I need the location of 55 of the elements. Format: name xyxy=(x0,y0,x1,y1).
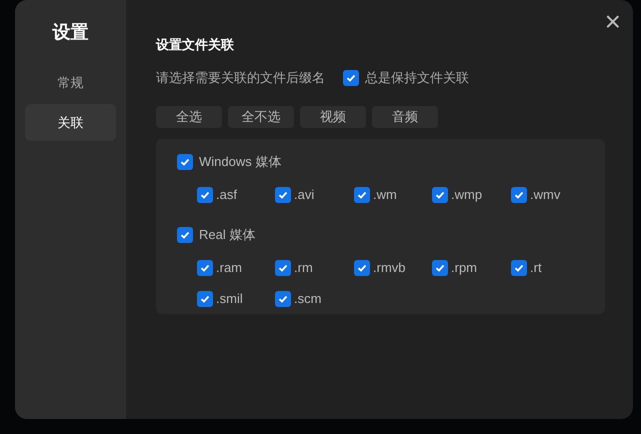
check-icon xyxy=(278,263,288,273)
checkbox[interactable] xyxy=(197,291,213,307)
checkbox[interactable] xyxy=(511,187,527,203)
extension-label: .rmvb xyxy=(373,259,406,278)
check-icon xyxy=(346,73,356,83)
checkbox[interactable] xyxy=(197,260,213,276)
checkbox-label: 总是保持文件关联 xyxy=(365,69,469,88)
group-label: Windows 媒体 xyxy=(199,153,282,172)
section-title: 设置文件关联 xyxy=(156,36,235,54)
extension-label: .ram xyxy=(216,259,242,278)
extension-label: .rpm xyxy=(451,259,477,278)
checkbox[interactable] xyxy=(177,227,193,243)
extension-label: .rt xyxy=(530,259,542,278)
filter-button[interactable]: 视频 xyxy=(300,106,366,128)
check-icon xyxy=(200,263,210,273)
extension-label: .wmv xyxy=(530,186,560,204)
checkbox[interactable] xyxy=(511,260,527,276)
check-icon xyxy=(357,263,367,273)
close-button[interactable]: × xyxy=(604,8,621,36)
extension-label: .scm xyxy=(294,290,322,308)
check-icon xyxy=(435,190,445,200)
extension-label: .wmp xyxy=(451,186,482,204)
checkbox[interactable] xyxy=(432,187,448,203)
extension-label: .avi xyxy=(294,186,314,204)
check-icon xyxy=(514,263,524,273)
check-icon xyxy=(200,190,210,200)
check-icon xyxy=(278,190,288,200)
filter-button[interactable]: 全选 xyxy=(156,106,222,128)
checkbox[interactable] xyxy=(354,187,370,203)
checkbox[interactable] xyxy=(343,70,359,86)
checkbox[interactable] xyxy=(354,260,370,276)
filter-button[interactable]: 全不选 xyxy=(228,106,294,128)
check-icon xyxy=(435,263,445,273)
checkbox[interactable] xyxy=(275,187,291,203)
checkbox[interactable] xyxy=(177,154,193,170)
checkbox[interactable] xyxy=(197,187,213,203)
extension-label: .smil xyxy=(216,290,243,308)
extension-label: .asf xyxy=(216,186,237,204)
sidebar-title: 设置 xyxy=(52,21,88,44)
check-icon xyxy=(180,230,190,240)
check-icon xyxy=(514,190,524,200)
filter-button[interactable]: 音频 xyxy=(372,106,438,128)
check-icon xyxy=(278,294,288,304)
checkbox[interactable] xyxy=(275,260,291,276)
check-icon xyxy=(357,190,367,200)
check-icon xyxy=(200,294,210,304)
group-label: Real 媒体 xyxy=(199,226,256,244)
extension-label: .wm xyxy=(373,186,397,204)
sidebar-item[interactable]: 常规 xyxy=(25,64,116,101)
sidebar-item[interactable]: 关联 xyxy=(25,104,116,141)
checkbox[interactable] xyxy=(432,260,448,276)
checkbox[interactable] xyxy=(275,291,291,307)
prompt-text: 请选择需要关联的文件后缀名 xyxy=(156,69,325,88)
check-icon xyxy=(180,157,190,167)
extension-label: .rm xyxy=(294,259,313,278)
